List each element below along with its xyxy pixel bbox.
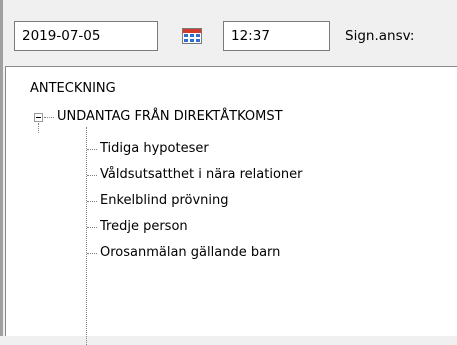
- tree-connector: [38, 123, 39, 133]
- tree-child-item[interactable]: Våldsutsatthet i nära relationer: [87, 163, 303, 187]
- tree-child-label: Enkelblind prövning: [100, 193, 229, 208]
- collapse-icon[interactable]: [34, 113, 43, 122]
- sign-label: Sign.ansv:: [345, 28, 415, 44]
- note-tree: ANTECKNING UNDANTAG FRÅN DIREKTÅTKOMST T…: [5, 66, 457, 345]
- calendar-button[interactable]: [175, 23, 209, 49]
- tree-child-label: Orosanmälan gällande barn: [100, 245, 281, 260]
- tree-child-item[interactable]: Orosanmälan gällande barn: [87, 241, 280, 265]
- left-rail: [0, 0, 3, 336]
- date-field[interactable]: 2019-07-05: [14, 21, 158, 51]
- tree-child-item[interactable]: Enkelblind prövning: [87, 189, 229, 213]
- time-field[interactable]: 12:37: [223, 21, 330, 51]
- tree-root[interactable]: ANTECKNING: [30, 80, 116, 98]
- tree-child-label: Våldsutsatthet i nära relationer: [100, 167, 303, 182]
- tree-child-label: Tredje person: [100, 219, 188, 234]
- tree-node-undantag[interactable]: UNDANTAG FRÅN DIREKTÅTKOMST: [57, 108, 283, 126]
- calendar-icon: [182, 28, 202, 44]
- tree-connector: [44, 117, 54, 118]
- tree-child-item[interactable]: Tidiga hypoteser: [87, 137, 209, 161]
- tree-child-label: Tidiga hypoteser: [100, 141, 209, 156]
- toolbar: 2019-07-05 12:37 Sign.ansv:: [5, 0, 457, 66]
- tree-child-item[interactable]: Tredje person: [87, 215, 188, 239]
